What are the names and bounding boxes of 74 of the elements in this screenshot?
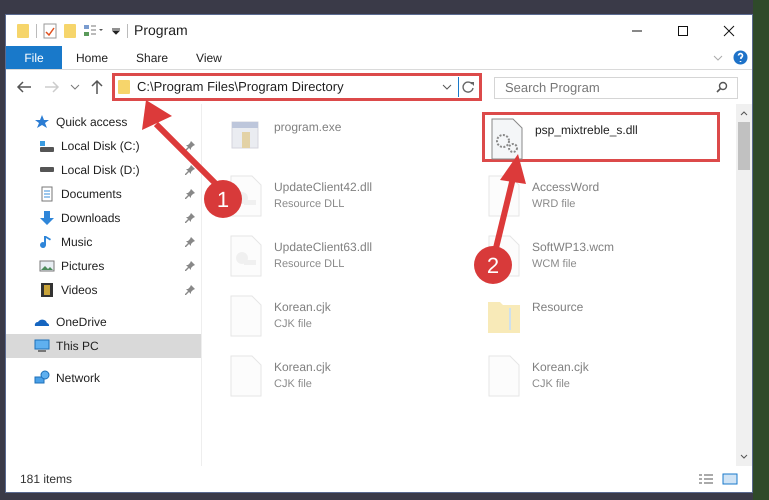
address-path: C:\Program Files\Program Directory bbox=[137, 78, 344, 96]
maximize-icon bbox=[677, 24, 689, 36]
pin-icon[interactable] bbox=[185, 213, 195, 223]
file-type: WCM file bbox=[532, 257, 578, 272]
file-name[interactable]: Korean.cjk bbox=[532, 358, 589, 376]
sidebar-item[interactable]: Downloads bbox=[6, 206, 201, 230]
sidebar-item[interactable]: Videos bbox=[6, 278, 201, 302]
ribbon-tab[interactable]: File bbox=[6, 46, 62, 69]
pin-icon[interactable] bbox=[185, 141, 195, 151]
ribbon-tab[interactable]: Share bbox=[122, 46, 182, 69]
ribbon-tab[interactable]: Home bbox=[62, 46, 122, 69]
ribbon-tab[interactable]: View bbox=[182, 46, 236, 69]
file-name[interactable]: program.exe bbox=[274, 118, 342, 136]
drive-icon bbox=[39, 138, 55, 154]
file-type: Resource DLL bbox=[274, 257, 346, 272]
sidebar-item[interactable]: Music bbox=[6, 230, 201, 254]
chevron-down-icon[interactable] bbox=[70, 83, 80, 91]
back-arrow-icon[interactable] bbox=[16, 80, 32, 94]
sidebar-item[interactable]: This PC bbox=[6, 334, 201, 358]
sidebar-item[interactable]: OneDrive bbox=[6, 310, 201, 334]
file-type: WRD file bbox=[532, 197, 576, 212]
file-type: CJK file bbox=[274, 317, 313, 332]
sidebar-item[interactable]: Pictures bbox=[6, 254, 201, 278]
file-icon bbox=[486, 354, 522, 398]
network-icon bbox=[34, 370, 50, 386]
folder-icon bbox=[117, 79, 131, 95]
chevron-down-icon[interactable] bbox=[442, 83, 452, 91]
drive-icon bbox=[39, 167, 55, 173]
pin-icon[interactable] bbox=[185, 237, 195, 247]
minimize-icon bbox=[631, 30, 643, 32]
sidebar-item[interactable]: Local Disk (C:) bbox=[6, 134, 201, 158]
sidebar-item[interactable]: Local Disk (D:) bbox=[6, 158, 201, 182]
pin-icon[interactable] bbox=[185, 189, 195, 199]
details-view-icon[interactable] bbox=[698, 473, 714, 485]
file-icon bbox=[228, 294, 264, 338]
key-file-icon bbox=[228, 234, 264, 278]
file-type: CJK file bbox=[532, 377, 571, 392]
down-arrow-icon bbox=[39, 210, 55, 226]
file-name[interactable]: psp_mixtreble_s.dll bbox=[535, 121, 638, 139]
file-name[interactable]: Resource bbox=[532, 298, 584, 316]
up-arrow-icon[interactable] bbox=[90, 79, 104, 95]
pin-icon[interactable] bbox=[185, 165, 195, 175]
file-name[interactable]: Korean.cjk bbox=[274, 358, 331, 376]
sidebar-item[interactable]: Network bbox=[6, 366, 201, 390]
document-icon bbox=[39, 186, 55, 202]
sidebar-item[interactable]: Quick access bbox=[6, 110, 201, 134]
window-title: Program bbox=[134, 21, 188, 40]
pin-icon[interactable] bbox=[185, 261, 195, 271]
star-icon bbox=[34, 114, 50, 130]
file-name[interactable]: UpdateClient63.dll bbox=[274, 238, 372, 256]
search-icon[interactable] bbox=[716, 81, 728, 93]
monitor-icon bbox=[34, 338, 50, 354]
sidebar-item[interactable]: Documents bbox=[6, 182, 201, 206]
file-name[interactable]: SoftWP13.wcm bbox=[532, 238, 614, 256]
close-icon bbox=[723, 24, 735, 36]
file-name[interactable]: UpdateClient42.dll bbox=[274, 178, 372, 196]
file-icon bbox=[228, 354, 264, 398]
gear-file-icon bbox=[489, 117, 525, 161]
search-field[interactable]: Search Program bbox=[494, 76, 738, 98]
large-icons-view-icon[interactable] bbox=[722, 473, 738, 485]
dropdown-icon[interactable] bbox=[111, 26, 121, 36]
film-icon bbox=[39, 282, 55, 298]
address-bar[interactable]: C:\Program Files\Program Directory bbox=[112, 73, 482, 101]
picture-icon bbox=[39, 258, 55, 274]
file-type: CJK file bbox=[274, 377, 313, 392]
pin-icon[interactable] bbox=[185, 285, 195, 295]
help-icon[interactable] bbox=[733, 50, 748, 65]
item-count: 181 items bbox=[20, 471, 72, 488]
file-type: Resource DLL bbox=[274, 197, 346, 212]
scrollbar-thumb[interactable] bbox=[738, 122, 750, 170]
view-list-icon[interactable] bbox=[83, 24, 105, 38]
properties-icon[interactable] bbox=[43, 22, 57, 38]
file-name[interactable]: Korean.cjk bbox=[274, 298, 331, 316]
file-name[interactable]: AccessWord bbox=[532, 178, 600, 196]
